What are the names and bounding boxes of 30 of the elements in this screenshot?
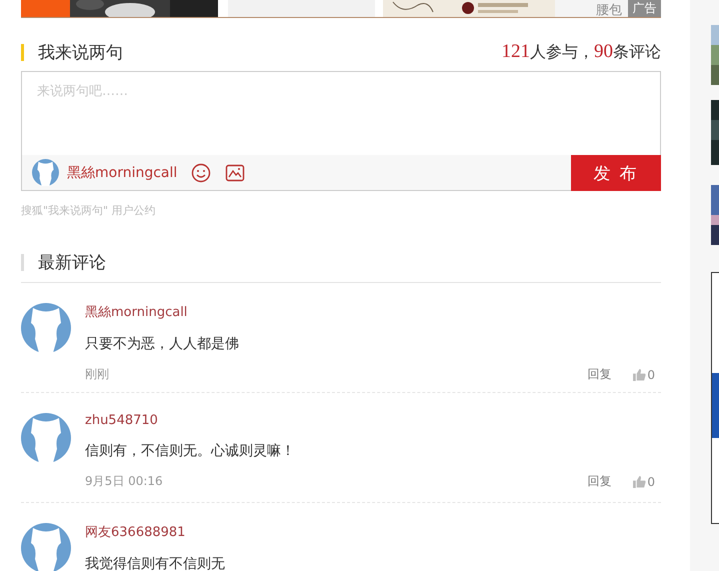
avatar-icon [21,413,71,463]
comment-time: 刚刚 [85,366,109,383]
participant-label: 人参与， [530,42,594,63]
avatar-icon [32,159,59,186]
like-count: 0 [647,368,655,382]
username[interactable]: 黑絲morningcall [67,164,178,182]
emoji-icon[interactable] [191,162,212,182]
commenter-name[interactable]: 网友636688981 [85,523,186,541]
section-title: 我来说两句 [38,42,123,64]
ad-banner [21,0,70,17]
comment-text: 我觉得信则有不信则无 [85,555,226,571]
thumbs-up-icon[interactable] [633,368,646,380]
ad-badge: 广告 [628,0,661,17]
reply-link[interactable]: 回复 [587,473,612,490]
thumbs-up-icon[interactable] [633,476,646,488]
publish-button[interactable]: 发 布 [571,155,661,191]
commenter-name[interactable]: zhu548710 [85,413,158,428]
ad-caption: 腰包 [596,4,622,17]
comment-text: 只要不为恶，人人都是佛 [85,335,240,353]
commenter-name[interactable]: 黑絲morningcall [85,303,188,321]
reply-link[interactable]: 回复 [587,366,612,383]
comment-count: 90 [594,41,613,63]
comment-text: 信则有，不信则无。心诚则灵嘛！ [85,442,296,460]
like-count: 0 [647,474,655,488]
image-icon[interactable] [225,162,246,182]
latest-comments-title: 最新评论 [38,252,106,274]
comment-count-label: 条评论 [613,42,661,63]
comment-time: 9月5日 00:16 [85,473,163,490]
participant-count: 121 [502,41,530,63]
avatar-icon [21,303,71,353]
